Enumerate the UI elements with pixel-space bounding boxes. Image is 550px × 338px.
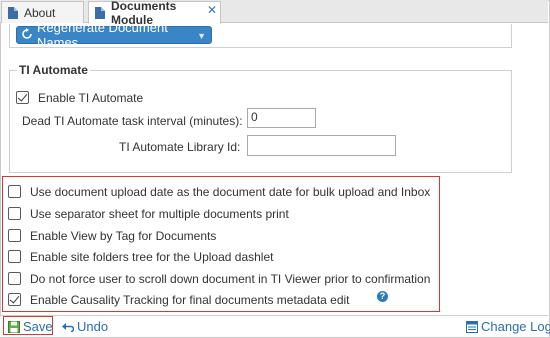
change-log-link[interactable]: Change Log	[466, 319, 550, 336]
tab-about-label: About	[24, 5, 56, 20]
change-log-label: Change Log	[481, 319, 550, 334]
save-icon	[8, 321, 20, 336]
dead-task-interval-label: Dead TI Automate task interval (minutes)…	[22, 114, 243, 128]
refresh-icon	[21, 27, 33, 43]
site-folders-tree-checkbox[interactable]	[8, 250, 21, 263]
undo-icon	[62, 320, 75, 335]
close-icon[interactable]: ✕	[207, 4, 217, 16]
view-by-tag-checkbox[interactable]	[8, 229, 21, 242]
save-button[interactable]: Save	[8, 319, 53, 336]
document-icon	[95, 6, 105, 19]
save-label: Save	[23, 319, 53, 334]
regenerate-button-label: Regenerate Document Names	[37, 20, 168, 50]
document-icon	[8, 6, 18, 19]
view-by-tag-label: Enable View by Tag for Documents	[30, 229, 217, 243]
force-scroll-checkbox[interactable]	[8, 272, 21, 285]
separator-sheet-label: Use separator sheet for multiple documen…	[30, 207, 289, 221]
enable-ti-automate-checkbox[interactable]	[16, 91, 29, 104]
regenerate-document-names-button[interactable]: Regenerate Document Names ▼	[16, 20, 212, 50]
upload-date-checkbox[interactable]	[8, 185, 21, 198]
library-id-label: TI Automate Library Id:	[119, 140, 241, 154]
dead-task-interval-input[interactable]: 0	[247, 108, 316, 128]
causality-tracking-checkbox[interactable]	[8, 293, 21, 306]
library-id-input[interactable]	[247, 135, 396, 156]
upload-date-label: Use document upload date as the document…	[30, 185, 431, 199]
causality-tracking-label: Enable Causality Tracking for final docu…	[30, 293, 350, 307]
help-icon[interactable]: ?	[377, 291, 388, 302]
separator-sheet-checkbox[interactable]	[8, 207, 21, 220]
enable-ti-automate-label: Enable TI Automate	[38, 91, 144, 105]
undo-label: Undo	[77, 319, 109, 334]
change-log-icon	[466, 321, 478, 336]
undo-button[interactable]: Undo	[62, 319, 108, 335]
ti-automate-legend: TI Automate	[17, 63, 90, 77]
site-folders-tree-label: Enable site folders tree for the Upload …	[30, 250, 274, 264]
force-scroll-label: Do not force user to scroll down documen…	[30, 272, 431, 286]
chevron-down-icon[interactable]: ▼	[197, 31, 206, 41]
